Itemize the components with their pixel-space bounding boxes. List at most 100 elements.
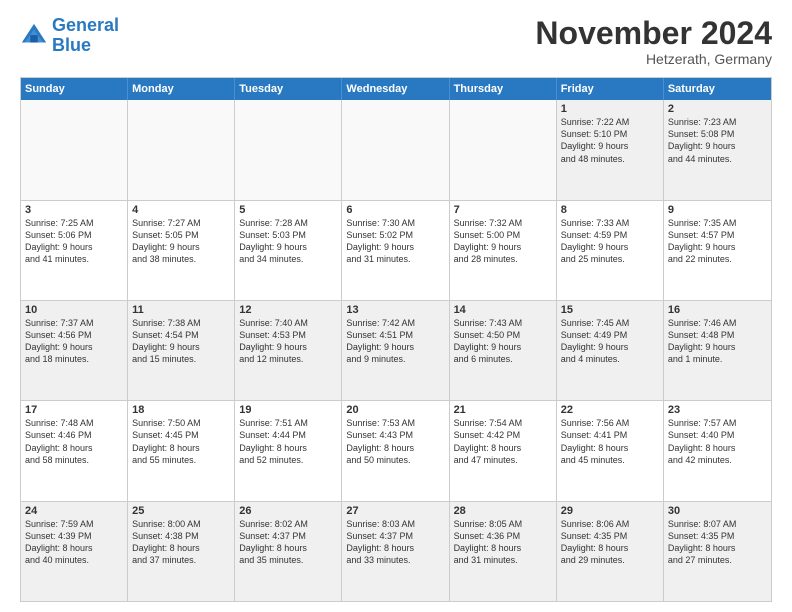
cell-info: Sunrise: 7:56 AM Sunset: 4:41 PM Dayligh… <box>561 417 659 466</box>
cell-info: Sunrise: 7:45 AM Sunset: 4:49 PM Dayligh… <box>561 317 659 366</box>
cell-info: Sunrise: 7:25 AM Sunset: 5:06 PM Dayligh… <box>25 217 123 266</box>
cell-info: Sunrise: 7:43 AM Sunset: 4:50 PM Dayligh… <box>454 317 552 366</box>
day-number: 14 <box>454 304 552 316</box>
cell-info: Sunrise: 7:22 AM Sunset: 5:10 PM Dayligh… <box>561 116 659 165</box>
cell-info: Sunrise: 8:00 AM Sunset: 4:38 PM Dayligh… <box>132 518 230 567</box>
cal-cell: 3Sunrise: 7:25 AM Sunset: 5:06 PM Daylig… <box>21 201 128 300</box>
cal-cell: 20Sunrise: 7:53 AM Sunset: 4:43 PM Dayli… <box>342 401 449 500</box>
day-number: 7 <box>454 204 552 216</box>
calendar-header: SundayMondayTuesdayWednesdayThursdayFrid… <box>21 78 771 100</box>
cell-info: Sunrise: 7:27 AM Sunset: 5:05 PM Dayligh… <box>132 217 230 266</box>
cell-info: Sunrise: 7:46 AM Sunset: 4:48 PM Dayligh… <box>668 317 767 366</box>
cell-info: Sunrise: 7:53 AM Sunset: 4:43 PM Dayligh… <box>346 417 444 466</box>
day-number: 10 <box>25 304 123 316</box>
cell-info: Sunrise: 8:07 AM Sunset: 4:35 PM Dayligh… <box>668 518 767 567</box>
cell-info: Sunrise: 7:23 AM Sunset: 5:08 PM Dayligh… <box>668 116 767 165</box>
day-number: 19 <box>239 404 337 416</box>
day-number: 1 <box>561 103 659 115</box>
cell-info: Sunrise: 8:06 AM Sunset: 4:35 PM Dayligh… <box>561 518 659 567</box>
day-number: 6 <box>346 204 444 216</box>
logo: General Blue <box>20 16 119 56</box>
day-number: 23 <box>668 404 767 416</box>
cell-info: Sunrise: 7:50 AM Sunset: 4:45 PM Dayligh… <box>132 417 230 466</box>
cell-info: Sunrise: 7:28 AM Sunset: 5:03 PM Dayligh… <box>239 217 337 266</box>
day-number: 15 <box>561 304 659 316</box>
cal-row-3: 17Sunrise: 7:48 AM Sunset: 4:46 PM Dayli… <box>21 401 771 501</box>
day-number: 2 <box>668 103 767 115</box>
cal-cell <box>450 100 557 199</box>
day-number: 29 <box>561 505 659 517</box>
cal-header-wednesday: Wednesday <box>342 78 449 100</box>
cal-cell: 26Sunrise: 8:02 AM Sunset: 4:37 PM Dayli… <box>235 502 342 601</box>
day-number: 13 <box>346 304 444 316</box>
cell-info: Sunrise: 7:59 AM Sunset: 4:39 PM Dayligh… <box>25 518 123 567</box>
day-number: 27 <box>346 505 444 517</box>
cal-row-2: 10Sunrise: 7:37 AM Sunset: 4:56 PM Dayli… <box>21 301 771 401</box>
cal-cell: 10Sunrise: 7:37 AM Sunset: 4:56 PM Dayli… <box>21 301 128 400</box>
cal-cell: 27Sunrise: 8:03 AM Sunset: 4:37 PM Dayli… <box>342 502 449 601</box>
day-number: 25 <box>132 505 230 517</box>
cal-header-saturday: Saturday <box>664 78 771 100</box>
cal-cell: 14Sunrise: 7:43 AM Sunset: 4:50 PM Dayli… <box>450 301 557 400</box>
cal-cell: 5Sunrise: 7:28 AM Sunset: 5:03 PM Daylig… <box>235 201 342 300</box>
day-number: 30 <box>668 505 767 517</box>
title-block: November 2024 Hetzerath, Germany <box>535 16 772 67</box>
cal-cell <box>128 100 235 199</box>
day-number: 22 <box>561 404 659 416</box>
cal-cell: 22Sunrise: 7:56 AM Sunset: 4:41 PM Dayli… <box>557 401 664 500</box>
cal-header-sunday: Sunday <box>21 78 128 100</box>
day-number: 12 <box>239 304 337 316</box>
cal-cell: 1Sunrise: 7:22 AM Sunset: 5:10 PM Daylig… <box>557 100 664 199</box>
cal-cell: 23Sunrise: 7:57 AM Sunset: 4:40 PM Dayli… <box>664 401 771 500</box>
cal-cell: 15Sunrise: 7:45 AM Sunset: 4:49 PM Dayli… <box>557 301 664 400</box>
cell-info: Sunrise: 7:37 AM Sunset: 4:56 PM Dayligh… <box>25 317 123 366</box>
cal-row-1: 3Sunrise: 7:25 AM Sunset: 5:06 PM Daylig… <box>21 201 771 301</box>
cell-info: Sunrise: 7:33 AM Sunset: 4:59 PM Dayligh… <box>561 217 659 266</box>
day-number: 17 <box>25 404 123 416</box>
cal-cell: 12Sunrise: 7:40 AM Sunset: 4:53 PM Dayli… <box>235 301 342 400</box>
calendar-body: 1Sunrise: 7:22 AM Sunset: 5:10 PM Daylig… <box>21 100 771 601</box>
cal-cell <box>21 100 128 199</box>
logo-icon <box>20 22 48 50</box>
cal-cell: 16Sunrise: 7:46 AM Sunset: 4:48 PM Dayli… <box>664 301 771 400</box>
day-number: 20 <box>346 404 444 416</box>
cell-info: Sunrise: 7:42 AM Sunset: 4:51 PM Dayligh… <box>346 317 444 366</box>
day-number: 5 <box>239 204 337 216</box>
day-number: 3 <box>25 204 123 216</box>
main-title: November 2024 <box>535 16 772 51</box>
cal-cell: 19Sunrise: 7:51 AM Sunset: 4:44 PM Dayli… <box>235 401 342 500</box>
cell-info: Sunrise: 8:05 AM Sunset: 4:36 PM Dayligh… <box>454 518 552 567</box>
cal-row-4: 24Sunrise: 7:59 AM Sunset: 4:39 PM Dayli… <box>21 502 771 601</box>
cal-cell: 21Sunrise: 7:54 AM Sunset: 4:42 PM Dayli… <box>450 401 557 500</box>
calendar: SundayMondayTuesdayWednesdayThursdayFrid… <box>20 77 772 602</box>
cell-info: Sunrise: 7:48 AM Sunset: 4:46 PM Dayligh… <box>25 417 123 466</box>
cal-cell: 25Sunrise: 8:00 AM Sunset: 4:38 PM Dayli… <box>128 502 235 601</box>
cal-cell: 4Sunrise: 7:27 AM Sunset: 5:05 PM Daylig… <box>128 201 235 300</box>
day-number: 4 <box>132 204 230 216</box>
cal-cell: 30Sunrise: 8:07 AM Sunset: 4:35 PM Dayli… <box>664 502 771 601</box>
logo-text: General Blue <box>52 16 119 56</box>
cal-cell: 2Sunrise: 7:23 AM Sunset: 5:08 PM Daylig… <box>664 100 771 199</box>
cal-cell: 29Sunrise: 8:06 AM Sunset: 4:35 PM Dayli… <box>557 502 664 601</box>
page: General Blue November 2024 Hetzerath, Ge… <box>0 0 792 612</box>
cal-cell: 18Sunrise: 7:50 AM Sunset: 4:45 PM Dayli… <box>128 401 235 500</box>
cal-cell: 8Sunrise: 7:33 AM Sunset: 4:59 PM Daylig… <box>557 201 664 300</box>
cell-info: Sunrise: 7:35 AM Sunset: 4:57 PM Dayligh… <box>668 217 767 266</box>
cell-info: Sunrise: 8:03 AM Sunset: 4:37 PM Dayligh… <box>346 518 444 567</box>
cal-header-friday: Friday <box>557 78 664 100</box>
cal-header-monday: Monday <box>128 78 235 100</box>
cal-cell: 28Sunrise: 8:05 AM Sunset: 4:36 PM Dayli… <box>450 502 557 601</box>
day-number: 18 <box>132 404 230 416</box>
cal-cell: 11Sunrise: 7:38 AM Sunset: 4:54 PM Dayli… <box>128 301 235 400</box>
cal-cell: 17Sunrise: 7:48 AM Sunset: 4:46 PM Dayli… <box>21 401 128 500</box>
cal-cell <box>235 100 342 199</box>
cell-info: Sunrise: 7:54 AM Sunset: 4:42 PM Dayligh… <box>454 417 552 466</box>
day-number: 16 <box>668 304 767 316</box>
cal-row-0: 1Sunrise: 7:22 AM Sunset: 5:10 PM Daylig… <box>21 100 771 200</box>
cell-info: Sunrise: 7:38 AM Sunset: 4:54 PM Dayligh… <box>132 317 230 366</box>
day-number: 8 <box>561 204 659 216</box>
cal-header-tuesday: Tuesday <box>235 78 342 100</box>
cal-cell: 13Sunrise: 7:42 AM Sunset: 4:51 PM Dayli… <box>342 301 449 400</box>
day-number: 9 <box>668 204 767 216</box>
cell-info: Sunrise: 7:30 AM Sunset: 5:02 PM Dayligh… <box>346 217 444 266</box>
